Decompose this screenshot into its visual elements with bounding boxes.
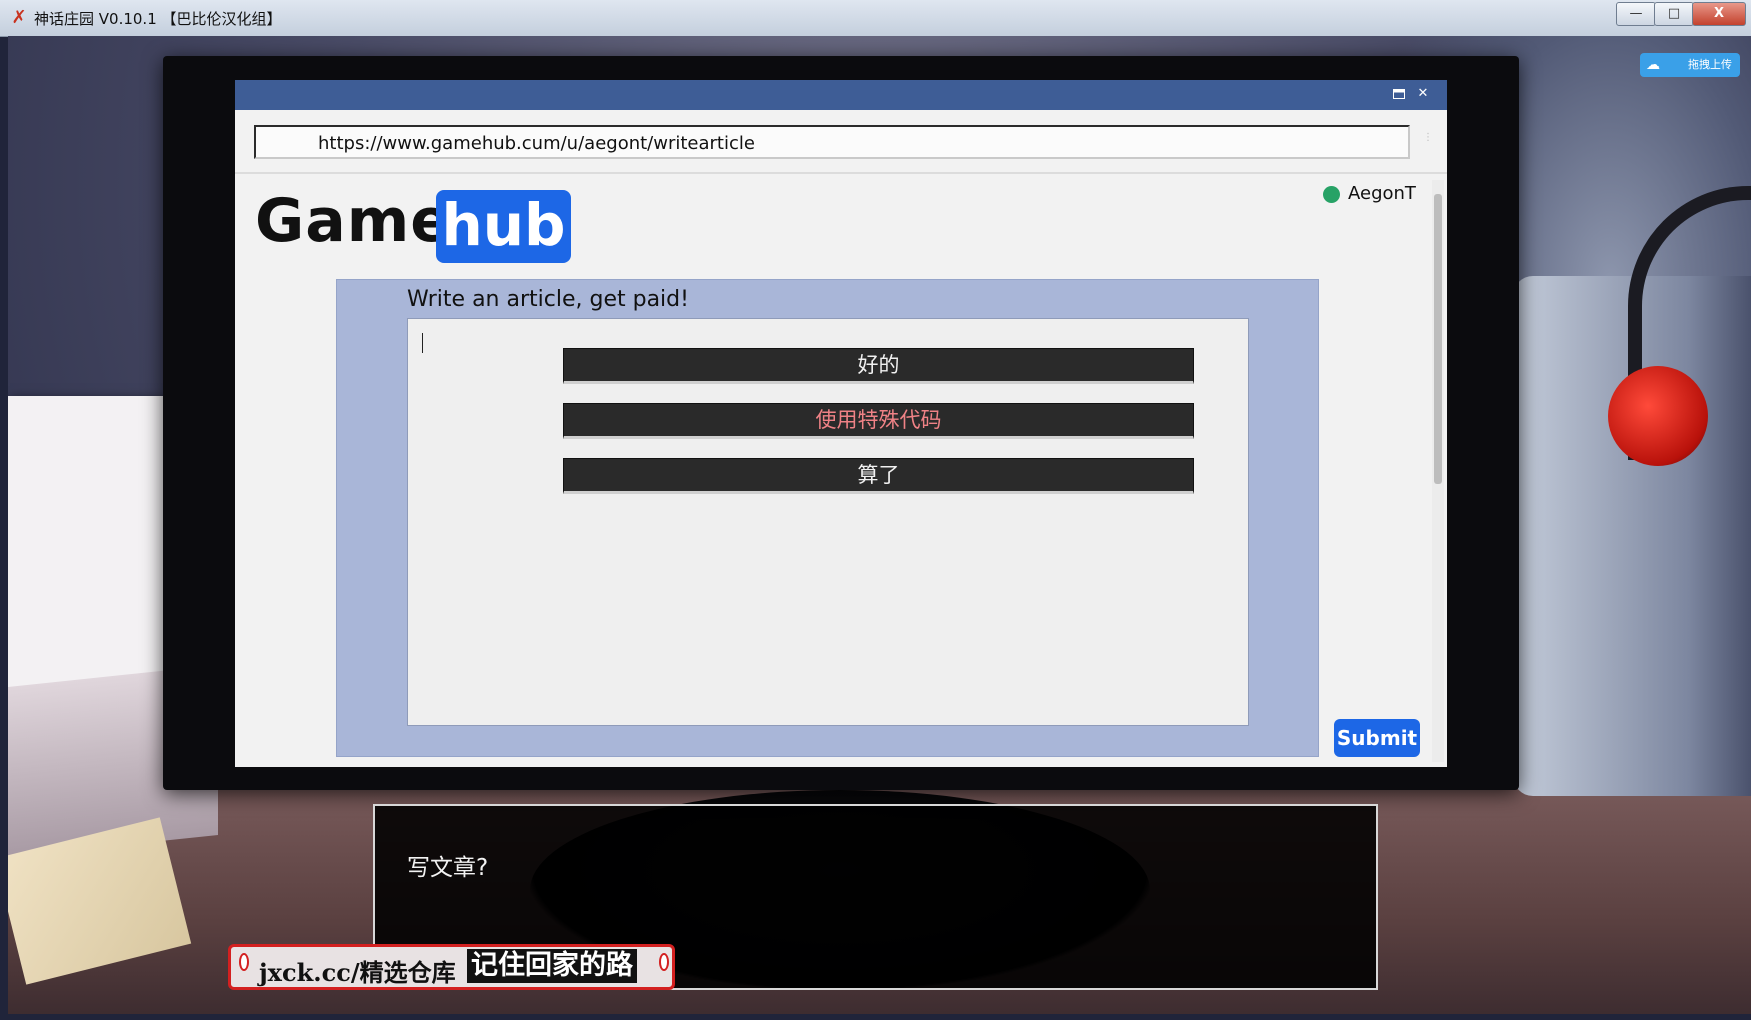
online-status-icon (1323, 186, 1340, 203)
divider (235, 172, 1447, 174)
maximize-button[interactable]: □ (1654, 2, 1694, 26)
headphones-earcup (1608, 366, 1708, 466)
cloud-upload-label: 拖拽上传 (1688, 58, 1732, 71)
submit-button[interactable]: Submit (1334, 719, 1420, 757)
banner-pin-icon (239, 953, 249, 971)
dialogue-text: 写文章? (407, 855, 489, 881)
choice-ok[interactable]: 好的 (563, 348, 1194, 384)
watermark-banner: jxck.cc/精选仓库 记住回家的路 (228, 944, 675, 990)
url-bar[interactable]: https://www.gamehub.cum/u/aegont/writear… (254, 125, 1410, 159)
cloud-icon: ☁ (1646, 57, 1660, 73)
username[interactable]: AegonT (1348, 183, 1416, 204)
browser-window: ✕ https://www.gamehub.cum/u/aegont/write… (235, 80, 1447, 767)
scrollbar-thumb[interactable] (1434, 194, 1442, 484)
cloud-upload-button[interactable]: ☁ 拖拽上传 (1640, 53, 1740, 77)
browser-close-button[interactable]: ✕ (1416, 87, 1430, 101)
game-logo-icon: ✗ (11, 7, 27, 28)
article-heading: Write an article, get paid! (407, 287, 689, 312)
gamehub-logo-text: Game (255, 186, 452, 256)
browser-minimize-button[interactable] (1393, 89, 1405, 99)
article-panel: Write an article, get paid! 好的 使用特殊代码 算了 (336, 279, 1319, 757)
url-text: https://www.gamehub.cum/u/aegont/writear… (318, 133, 755, 154)
os-titlebar: ✗ 神话庄园 V0.10.1 【巴比伦汉化组】 — □ X (0, 0, 1751, 37)
banner-pin-icon (659, 953, 669, 971)
choice-cancel[interactable]: 算了 (563, 458, 1194, 494)
gamehub-logo-badge: hub (436, 190, 571, 263)
minimize-button[interactable]: — (1616, 2, 1656, 26)
choice-special-code[interactable]: 使用特殊代码 (563, 403, 1194, 439)
close-button[interactable]: X (1692, 2, 1746, 26)
text-caret (422, 333, 423, 353)
article-textarea[interactable]: 好的 使用特殊代码 算了 (407, 318, 1249, 726)
browser-titlebar: ✕ (235, 80, 1447, 110)
scrollbar[interactable] (1432, 180, 1444, 762)
url-bar-handle: ⋮ (1423, 132, 1433, 143)
watermark-text: jxck.cc/精选仓库 (259, 958, 456, 987)
window-title: 神话庄园 V0.10.1 【巴比伦汉化组】 (34, 10, 282, 28)
watermark-highlight: 记住回家的路 (467, 949, 637, 983)
